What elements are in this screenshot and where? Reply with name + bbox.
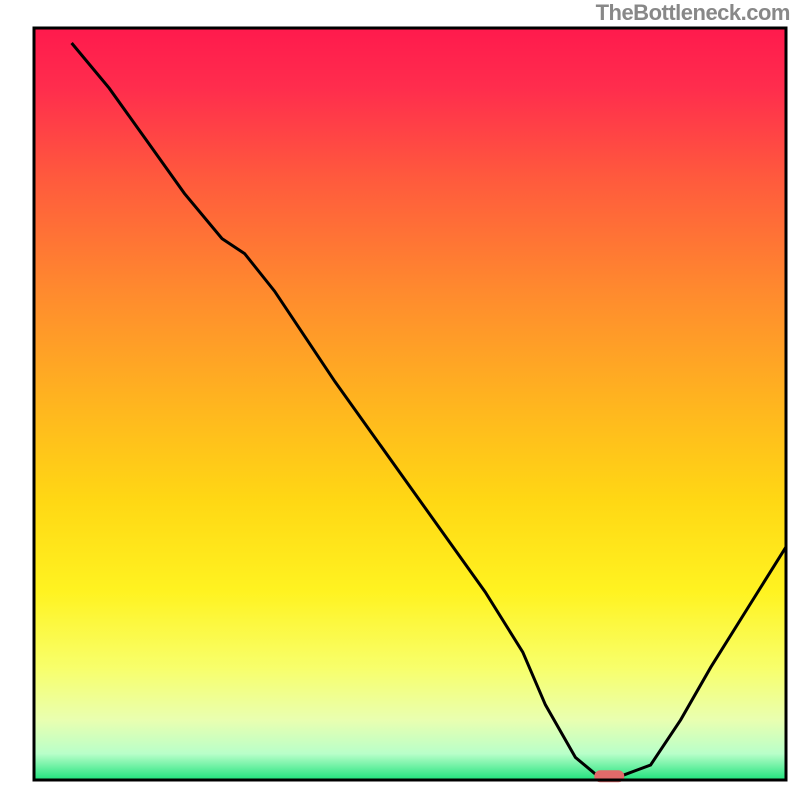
bottleneck-chart (0, 0, 800, 800)
watermark-text: TheBottleneck.com (596, 0, 790, 26)
chart-container: TheBottleneck.com (0, 0, 800, 800)
